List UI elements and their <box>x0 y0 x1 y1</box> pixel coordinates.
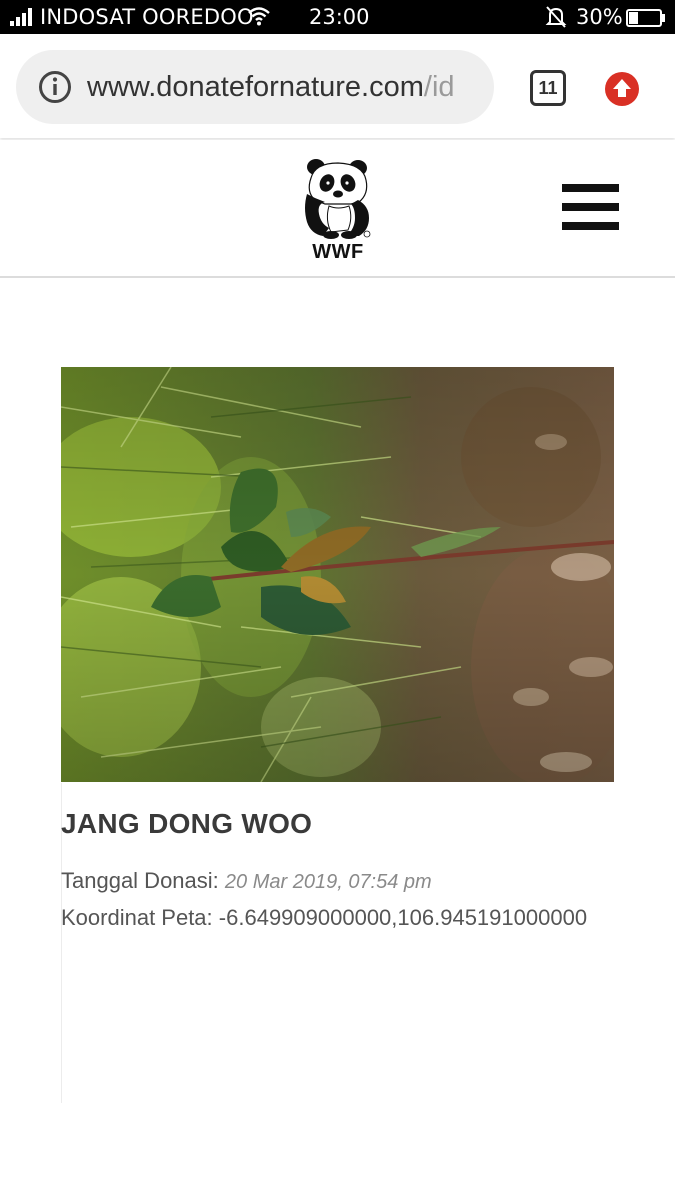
url-text[interactable]: www.donatefornature.com/id <box>87 71 493 104</box>
logo-text: WWF <box>312 241 364 263</box>
url-host: www.donatefornature.com <box>87 71 424 103</box>
donation-date-value: 20 Mar 2019, 07:54 pm <box>224 871 432 893</box>
tabs-button[interactable]: 11 <box>530 70 566 106</box>
bell-muted-icon <box>545 6 567 28</box>
address-bar[interactable]: www.donatefornature.com/id <box>16 50 494 124</box>
donation-date-label: Tanggal Donasi: <box>61 868 219 893</box>
donation-tree-photo <box>61 367 614 782</box>
wifi-icon <box>248 7 270 26</box>
menu-bar-middle <box>562 203 619 211</box>
signal-icon <box>10 8 32 26</box>
menu-bar-top <box>562 184 619 192</box>
site-header: WWF <box>0 140 675 278</box>
update-arrow-icon[interactable] <box>605 72 639 106</box>
map-coordinates-label: Koordinat Peta: <box>61 905 213 930</box>
url-path: /id <box>423 71 455 103</box>
donor-name: JANG DONG WOO <box>61 808 313 839</box>
wwf-logo[interactable]: WWF <box>303 158 373 263</box>
browser-toolbar: www.donatefornature.com/id 11 <box>0 34 675 138</box>
map-coordinates-value: -6.649909000000,106.945191000000 <box>218 905 588 930</box>
info-icon[interactable] <box>38 70 72 104</box>
status-bar: INDOSAT OOREDOO 23:00 30% <box>0 0 675 34</box>
hamburger-menu-icon[interactable] <box>562 184 619 234</box>
menu-bar-bottom <box>562 222 619 230</box>
map-coordinates-row: Koordinat Peta: -6.649909000000,106.9451… <box>61 905 587 931</box>
panda-icon <box>305 159 371 239</box>
carrier-name: INDOSAT OOREDOO <box>40 5 254 29</box>
battery-percent: 30% <box>576 5 623 29</box>
status-clock: 23:00 <box>309 5 370 29</box>
battery-icon <box>626 9 665 27</box>
donation-date-row: Tanggal Donasi: 20 Mar 2019, 07:54 pm <box>61 868 432 894</box>
